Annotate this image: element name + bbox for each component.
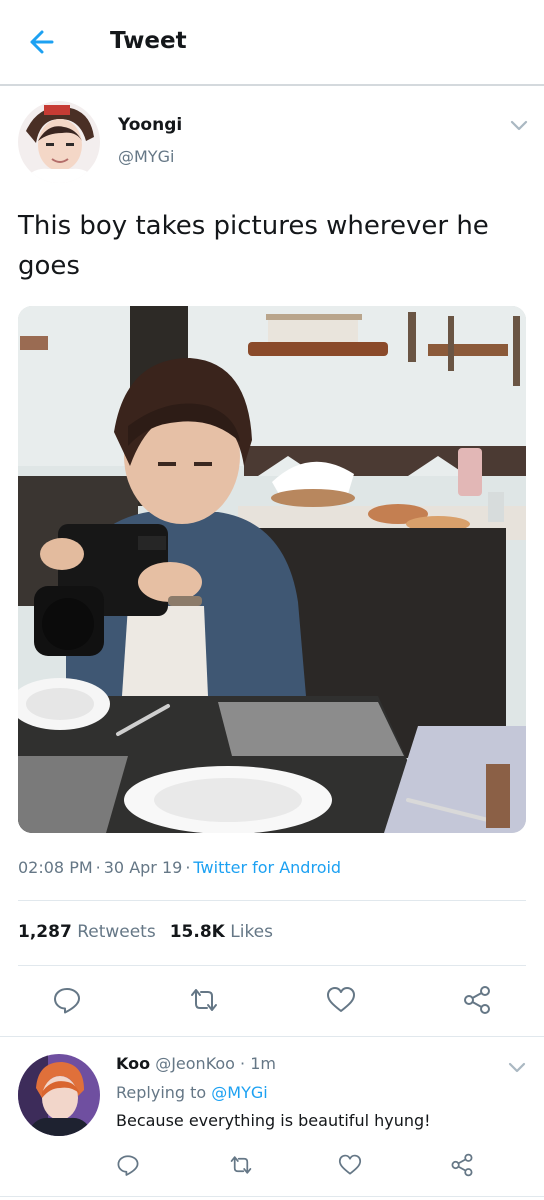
divider xyxy=(18,900,526,901)
separator-dot: · xyxy=(234,1054,251,1073)
back-arrow-icon[interactable] xyxy=(22,26,62,58)
reply-text: Because everything is beautiful hyung! xyxy=(116,1111,431,1130)
divider xyxy=(18,965,526,966)
reply-author-name[interactable]: Koo xyxy=(116,1054,150,1073)
author-handle[interactable]: @MYGi xyxy=(118,147,174,166)
like-icon[interactable] xyxy=(326,986,356,1018)
tweet-date: 30 Apr 19 xyxy=(103,858,183,877)
retweet-icon[interactable] xyxy=(188,986,220,1018)
likes-count: 15.8K xyxy=(169,922,225,942)
share-icon[interactable] xyxy=(462,985,492,1019)
divider xyxy=(0,1036,544,1037)
tweet-text: This boy takes pictures wherever he goes xyxy=(18,211,489,281)
author-name[interactable]: Yoongi xyxy=(118,115,182,135)
separator-dot: · xyxy=(95,858,101,877)
retweets-stat[interactable]: 1,287 Retweets xyxy=(18,922,156,942)
author-avatar[interactable] xyxy=(18,101,100,183)
like-icon[interactable] xyxy=(338,1154,362,1180)
reply-icon[interactable] xyxy=(116,1153,140,1181)
reply-avatar[interactable] xyxy=(18,1054,100,1136)
chevron-down-icon[interactable] xyxy=(509,118,529,132)
reply-author-handle[interactable]: @JeonKoo xyxy=(155,1054,235,1073)
page-title: Tweet xyxy=(110,28,187,54)
replying-to: Replying to @MYGi xyxy=(116,1083,268,1102)
retweets-label: Retweets xyxy=(77,922,156,942)
replying-label: Replying to xyxy=(116,1083,207,1102)
reply-header: Koo @JeonKoo · 1m xyxy=(116,1054,276,1073)
likes-stat[interactable]: 15.8K Likes xyxy=(170,922,273,942)
reply-time: 1m xyxy=(250,1054,276,1073)
tweet-source-link[interactable]: Twitter for Android xyxy=(193,858,341,877)
likes-label: Likes xyxy=(230,922,273,942)
tweet-stats: 1,287 Retweets 15.8K Likes xyxy=(18,922,273,942)
share-icon[interactable] xyxy=(450,1153,474,1181)
tweet-time: 02:08 PM xyxy=(18,858,93,877)
retweet-icon[interactable] xyxy=(228,1154,254,1180)
replying-mention-link[interactable]: @MYGi xyxy=(211,1083,267,1102)
divider xyxy=(0,1196,544,1197)
reply-icon[interactable] xyxy=(52,985,82,1019)
chevron-down-icon[interactable] xyxy=(507,1060,527,1074)
top-bar: Tweet xyxy=(0,0,544,86)
separator-dot: · xyxy=(185,858,191,877)
tweet-meta: 02:08 PM · 30 Apr 19 · Twitter for Android xyxy=(18,858,341,877)
tweet-photo[interactable] xyxy=(18,306,526,833)
retweets-count: 1,287 xyxy=(18,922,72,942)
